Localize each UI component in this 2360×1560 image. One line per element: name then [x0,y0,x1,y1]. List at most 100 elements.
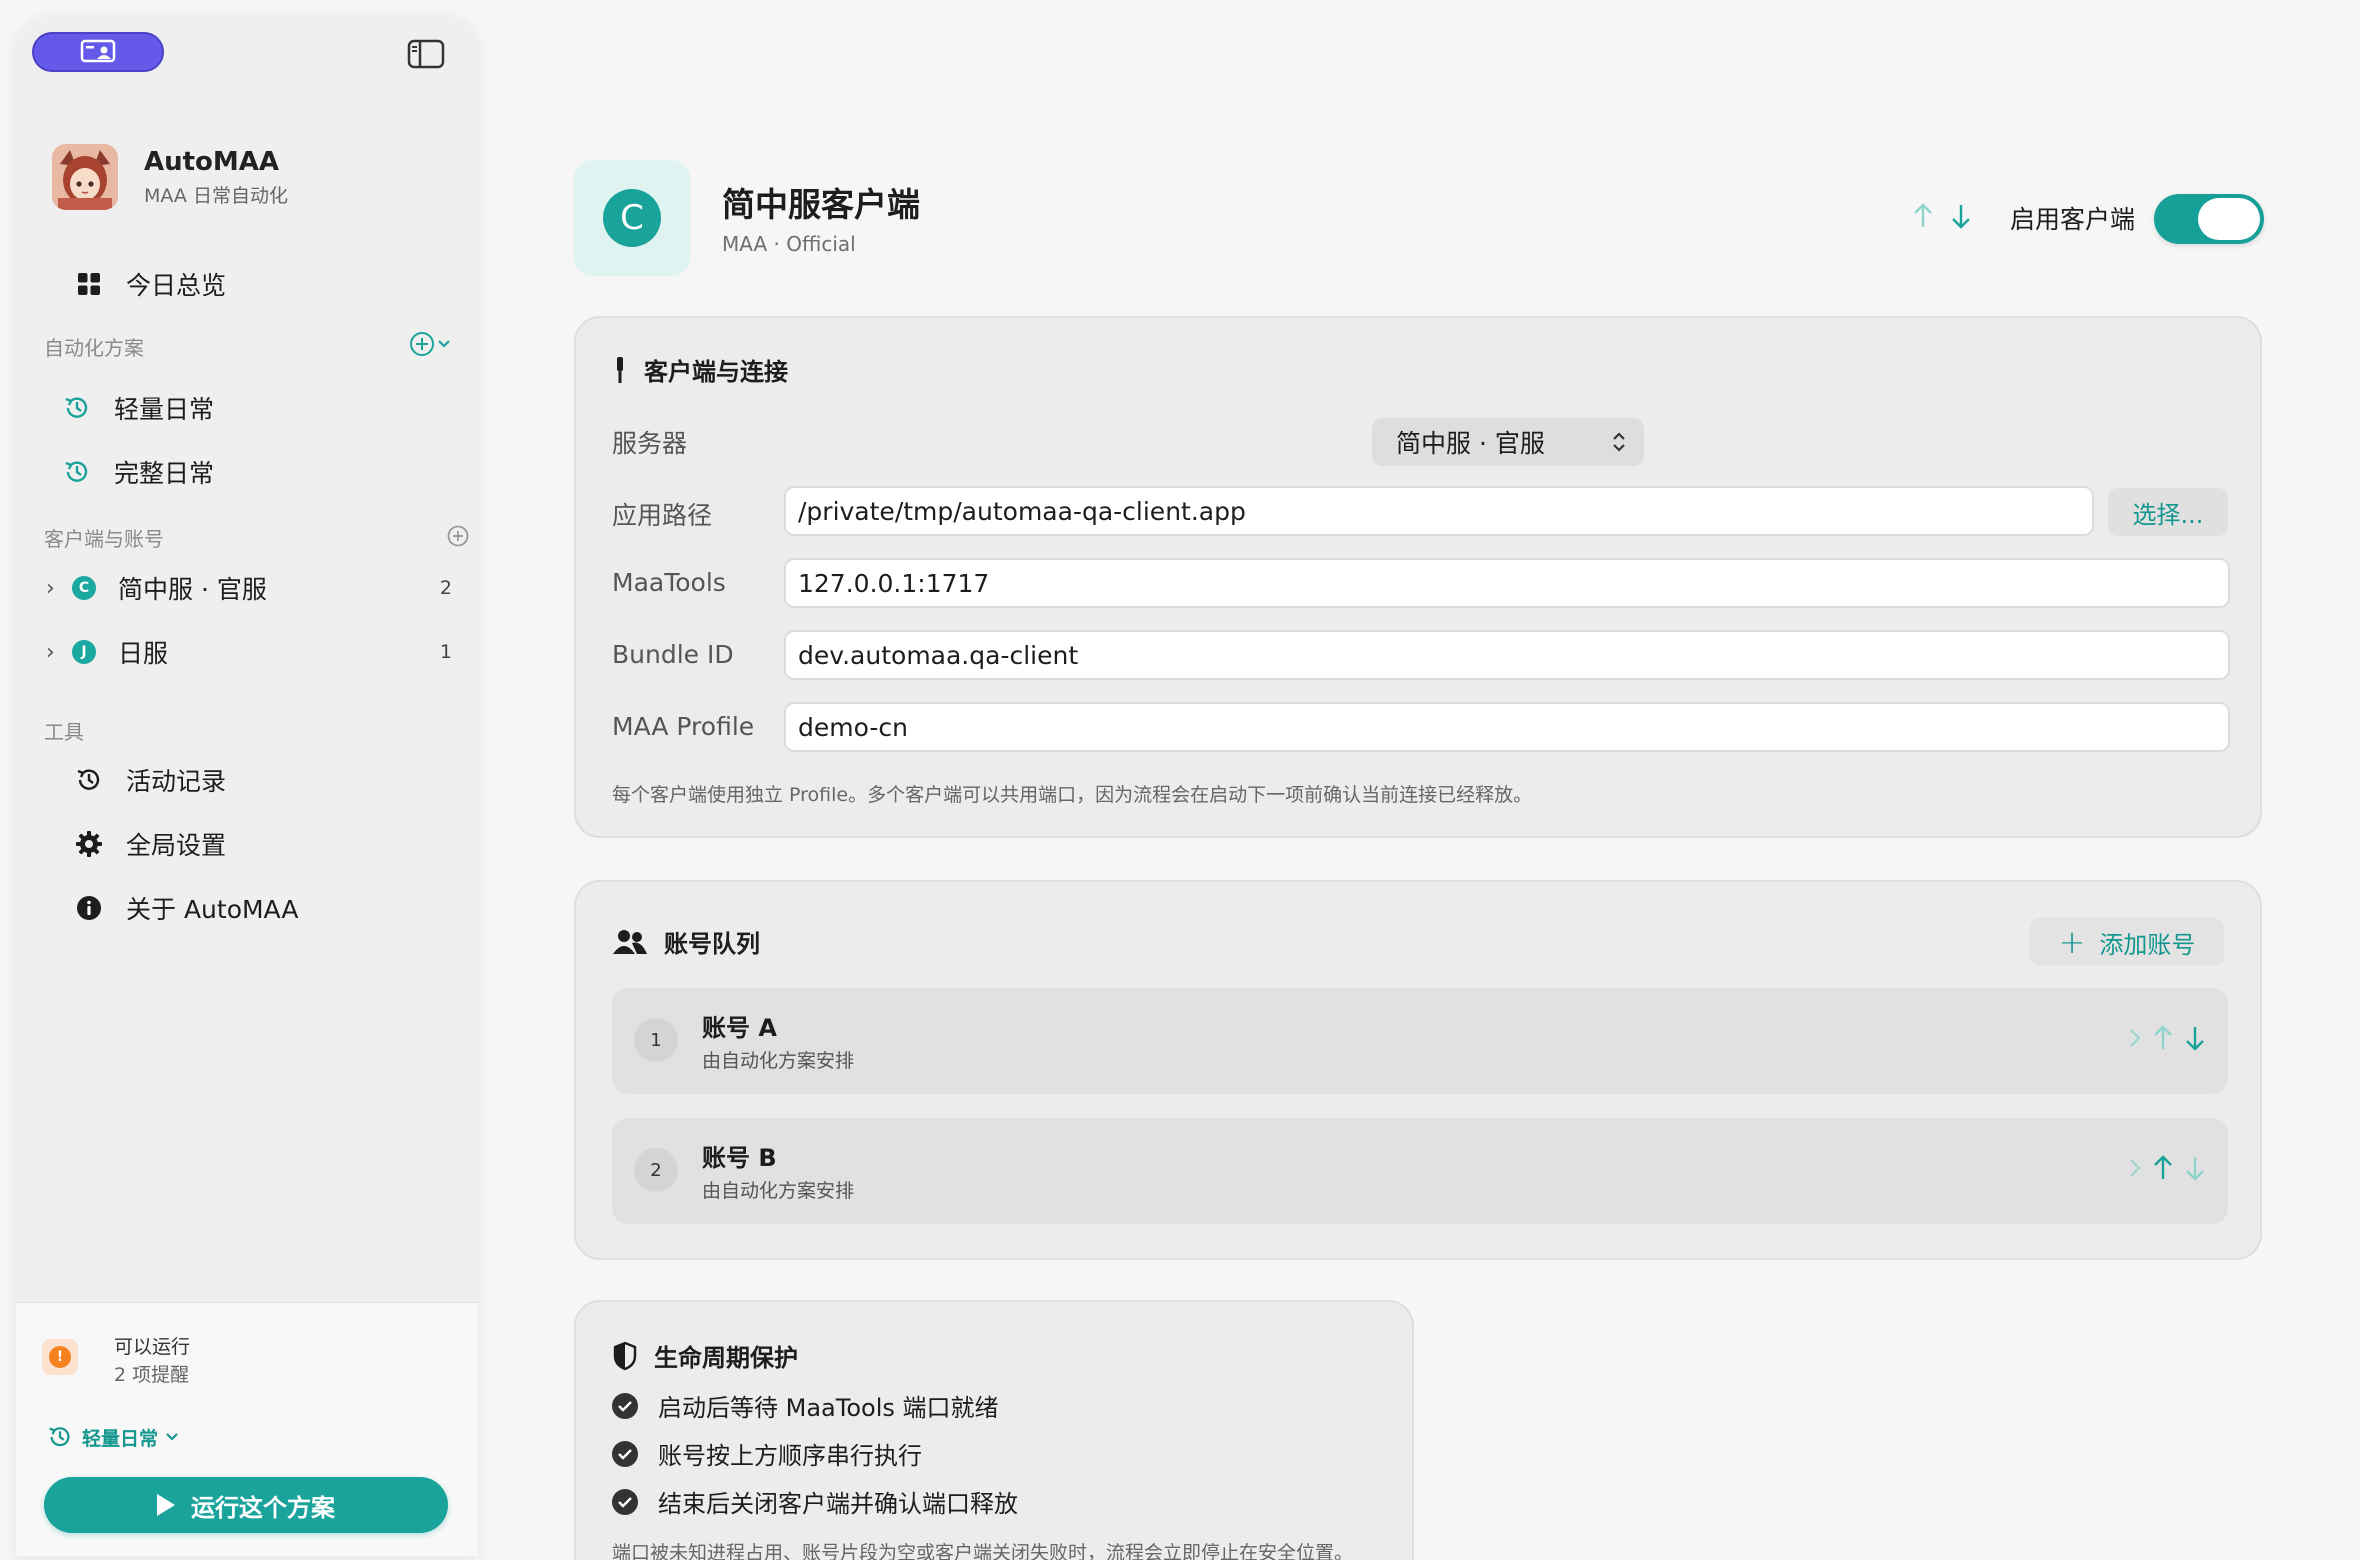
app-logo [52,144,118,210]
add-plan-button[interactable] [408,330,452,358]
nav-label: 活动记录 [126,767,227,796]
app-subtitle: MAA 日常自动化 [144,184,288,207]
clients-section-label: 客户端与账号 [44,527,164,551]
plus-circle-icon [410,332,434,356]
plan-selector-label: 轻量日常 [82,1427,159,1450]
gear-icon [72,827,106,861]
bundle-id-label: Bundle ID [612,640,734,669]
toggle-knob [2198,198,2260,240]
add-client-button[interactable] [446,524,470,552]
history-icon [60,455,94,489]
bundle-id-input[interactable]: dev.automaa.qa-client [784,630,2230,680]
arrow-up-icon[interactable] [2152,1154,2174,1182]
chevron-right-icon[interactable] [2128,1156,2142,1180]
sidebar-item-plan-light[interactable]: 轻量日常 [60,388,214,428]
lifecycle-item: 启动后等待 MaaTools 端口就绪 [612,1388,999,1423]
toggle-sidebar-button[interactable] [406,38,446,70]
client-count: 2 [439,577,452,599]
up-down-chevron-icon [1613,432,1625,452]
page-subtitle: MAA · Official [722,232,856,256]
run-status: 可以运行 [114,1336,191,1358]
sidebar-icon [407,39,445,69]
plus-circle-icon [447,525,469,547]
app-name: AutoMAA [144,146,280,177]
maa-profile-input[interactable]: demo-cn [784,702,2230,752]
account-row[interactable]: 2 账号 B 由自动化方案安排 [612,1118,2228,1224]
client-header: C 简中服客户端 MAA · Official 启用客户端 [574,160,2264,276]
app-window: AutoMAA MAA 日常自动化 今日总览 自动化方案 轻量日常 完整日常 客… [0,0,2360,1560]
nav-activity[interactable]: 活动记录 [72,760,226,800]
lifecycle-card: 生命周期保护 启动后等待 MaaTools 端口就绪 账号按上方顺序串行执行 结… [574,1300,1414,1560]
plan-label: 完整日常 [114,459,215,488]
arrow-down-icon[interactable] [1950,202,1972,230]
lifecycle-title: 生命周期保护 [654,1344,798,1372]
maatools-input[interactable]: 127.0.0.1:1717 [784,558,2230,608]
info-icon [72,891,106,925]
check-circle-icon [612,1440,638,1467]
sidebar-client-cn[interactable]: › C 简中服 · 官服 2 [46,568,466,608]
check-circle-icon [612,1488,638,1515]
history-icon [49,1427,70,1447]
sidebar-footer: ! 可以运行 2 项提醒 轻量日常 运行这个方案 [16,1302,478,1556]
page-title: 简中服客户端 [722,185,920,224]
enable-client-label: 启用客户端 [2010,205,2136,234]
chevron-right-icon[interactable]: › [46,640,66,665]
chevron-right-icon[interactable]: › [46,576,66,601]
client-badge: C [72,576,96,600]
choose-path-button[interactable]: 选择... [2108,488,2228,536]
server-select[interactable]: 简中服 · 官服 [1372,418,1644,466]
add-account-button[interactable]: + 添加账号 [2030,918,2224,966]
client-badge: J [72,640,96,664]
nav-overview[interactable]: 今日总览 [72,264,226,304]
enable-client-toggle[interactable] [2154,194,2264,244]
nav-settings[interactable]: 全局设置 [72,824,226,864]
accounts-card: 账号队列 + 添加账号 1 账号 A 由自动化方案安排 2 账号 B 由自动化方… [574,880,2262,1260]
nav-about[interactable]: 关于 AutoMAA [72,888,298,928]
client-logo: C [574,160,690,276]
account-row[interactable]: 1 账号 A 由自动化方案安排 [612,988,2228,1094]
account-subtitle: 由自动化方案安排 [702,1050,855,1072]
chevron-right-icon[interactable] [2128,1026,2142,1050]
run-plan-label: 运行这个方案 [191,1493,335,1522]
grid-icon [72,267,106,301]
plus-icon: + [2058,923,2086,961]
reminder-count[interactable]: 2 项提醒 [114,1361,190,1389]
arrow-down-icon[interactable] [2184,1154,2206,1182]
lifecycle-item: 结束后关闭客户端并确认端口释放 [612,1484,1018,1519]
account-switch-button[interactable] [32,32,164,72]
sidebar: AutoMAA MAA 日常自动化 今日总览 自动化方案 轻量日常 完整日常 客… [16,16,478,1556]
lifecycle-item: 账号按上方顺序串行执行 [612,1436,922,1471]
lifecycle-note: 端口被未知进程占用、账号片段为空或客户端关闭失败时，流程会立即停止在安全位置。 [612,1542,1354,1560]
account-order: 2 [634,1148,678,1192]
users-icon [612,928,648,956]
client-order-controls [1912,202,1972,230]
warning-icon: ! [42,1339,78,1375]
connection-title: 客户端与连接 [644,358,788,386]
arrow-up-icon[interactable] [2152,1024,2174,1052]
sidebar-client-jp[interactable]: › J 日服 1 [46,632,466,672]
sidebar-item-plan-full[interactable]: 完整日常 [60,452,214,492]
arrow-down-icon[interactable] [2184,1024,2206,1052]
arrow-up-icon[interactable] [1912,202,1934,230]
client-label: 简中服 · 官服 [118,575,267,604]
accounts-title: 账号队列 [664,930,760,958]
user-card-icon [80,39,116,63]
account-name: 账号 B [702,1144,777,1172]
plan-selector[interactable]: 轻量日常 [46,1423,180,1451]
account-subtitle: 由自动化方案安排 [702,1180,855,1202]
history-icon [72,763,106,797]
client-count: 1 [439,641,452,663]
nav-label: 关于 AutoMAA [126,895,299,924]
chevron-down-icon [166,1433,178,1441]
nav-label: 全局设置 [126,831,227,860]
plans-section-label: 自动化方案 [44,336,144,360]
client-logo-letter: C [603,189,661,247]
connection-hint: 每个客户端使用独立 Profile。多个客户端可以共用端口，因为流程会在启动下一… [612,784,1533,806]
chevron-down-icon [438,340,450,348]
app-header: AutoMAA MAA 日常自动化 [52,144,288,210]
shield-icon [612,1341,638,1371]
history-icon [60,391,94,425]
run-plan-button[interactable]: 运行这个方案 [44,1477,448,1533]
app-path-input[interactable]: /private/tmp/automaa-qa-client.app [784,486,2094,536]
add-account-label: 添加账号 [2099,930,2196,959]
